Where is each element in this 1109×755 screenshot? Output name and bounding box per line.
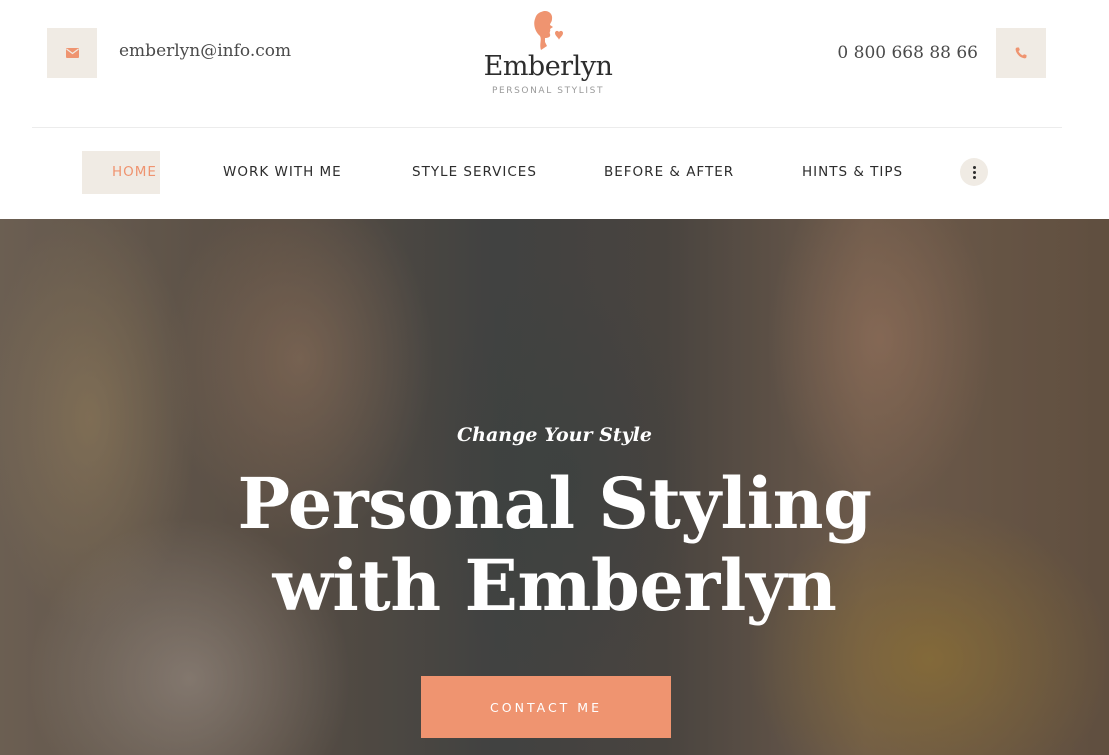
woman-profile-heart-icon (534, 10, 563, 50)
nav-item-home[interactable]: HOME (112, 164, 160, 180)
hero-title-line-1: Personal Styling (237, 462, 872, 545)
contact-me-button[interactable]: CONTACT ME (421, 676, 671, 738)
logo[interactable]: Emberlyn PERSONAL STYLIST (478, 10, 618, 100)
hero-subtitle: Change Your Style (457, 424, 652, 446)
hero-title: Personal Styling with Emberlyn (0, 463, 1109, 627)
vertical-dots-icon-dot (972, 170, 976, 174)
email-icon-button[interactable] (47, 28, 97, 78)
phone-icon-button[interactable] (996, 28, 1046, 78)
vertical-dots-icon-dot (972, 175, 976, 179)
main-nav: HOME WORK WITH ME STYLE SERVICES BEFORE … (0, 128, 1109, 219)
phone-link[interactable]: 0 800 668 88 66 (837, 43, 978, 63)
logo-tagline: PERSONAL STYLIST (491, 86, 605, 96)
nav-item-hints-tips[interactable]: HINTS & TIPS (802, 164, 903, 180)
vertical-dots-icon (972, 165, 976, 169)
more-menu-button[interactable] (960, 158, 988, 186)
nav-item-style-services[interactable]: STYLE SERVICES (412, 164, 537, 180)
logo-name: Emberlyn (483, 51, 613, 82)
top-bar: emberlyn@info.com Emberlyn PERSONAL STYL… (0, 0, 1109, 127)
hero-section: Change Your Style Personal Styling with … (0, 219, 1109, 755)
nav-item-work-with-me[interactable]: WORK WITH ME (223, 164, 342, 180)
phone-icon (1015, 47, 1027, 59)
nav-item-before-after[interactable]: BEFORE & AFTER (604, 164, 734, 180)
envelope-icon (65, 48, 79, 58)
email-link[interactable]: emberlyn@info.com (119, 41, 291, 61)
hero-title-line-2: with Emberlyn (272, 544, 837, 627)
